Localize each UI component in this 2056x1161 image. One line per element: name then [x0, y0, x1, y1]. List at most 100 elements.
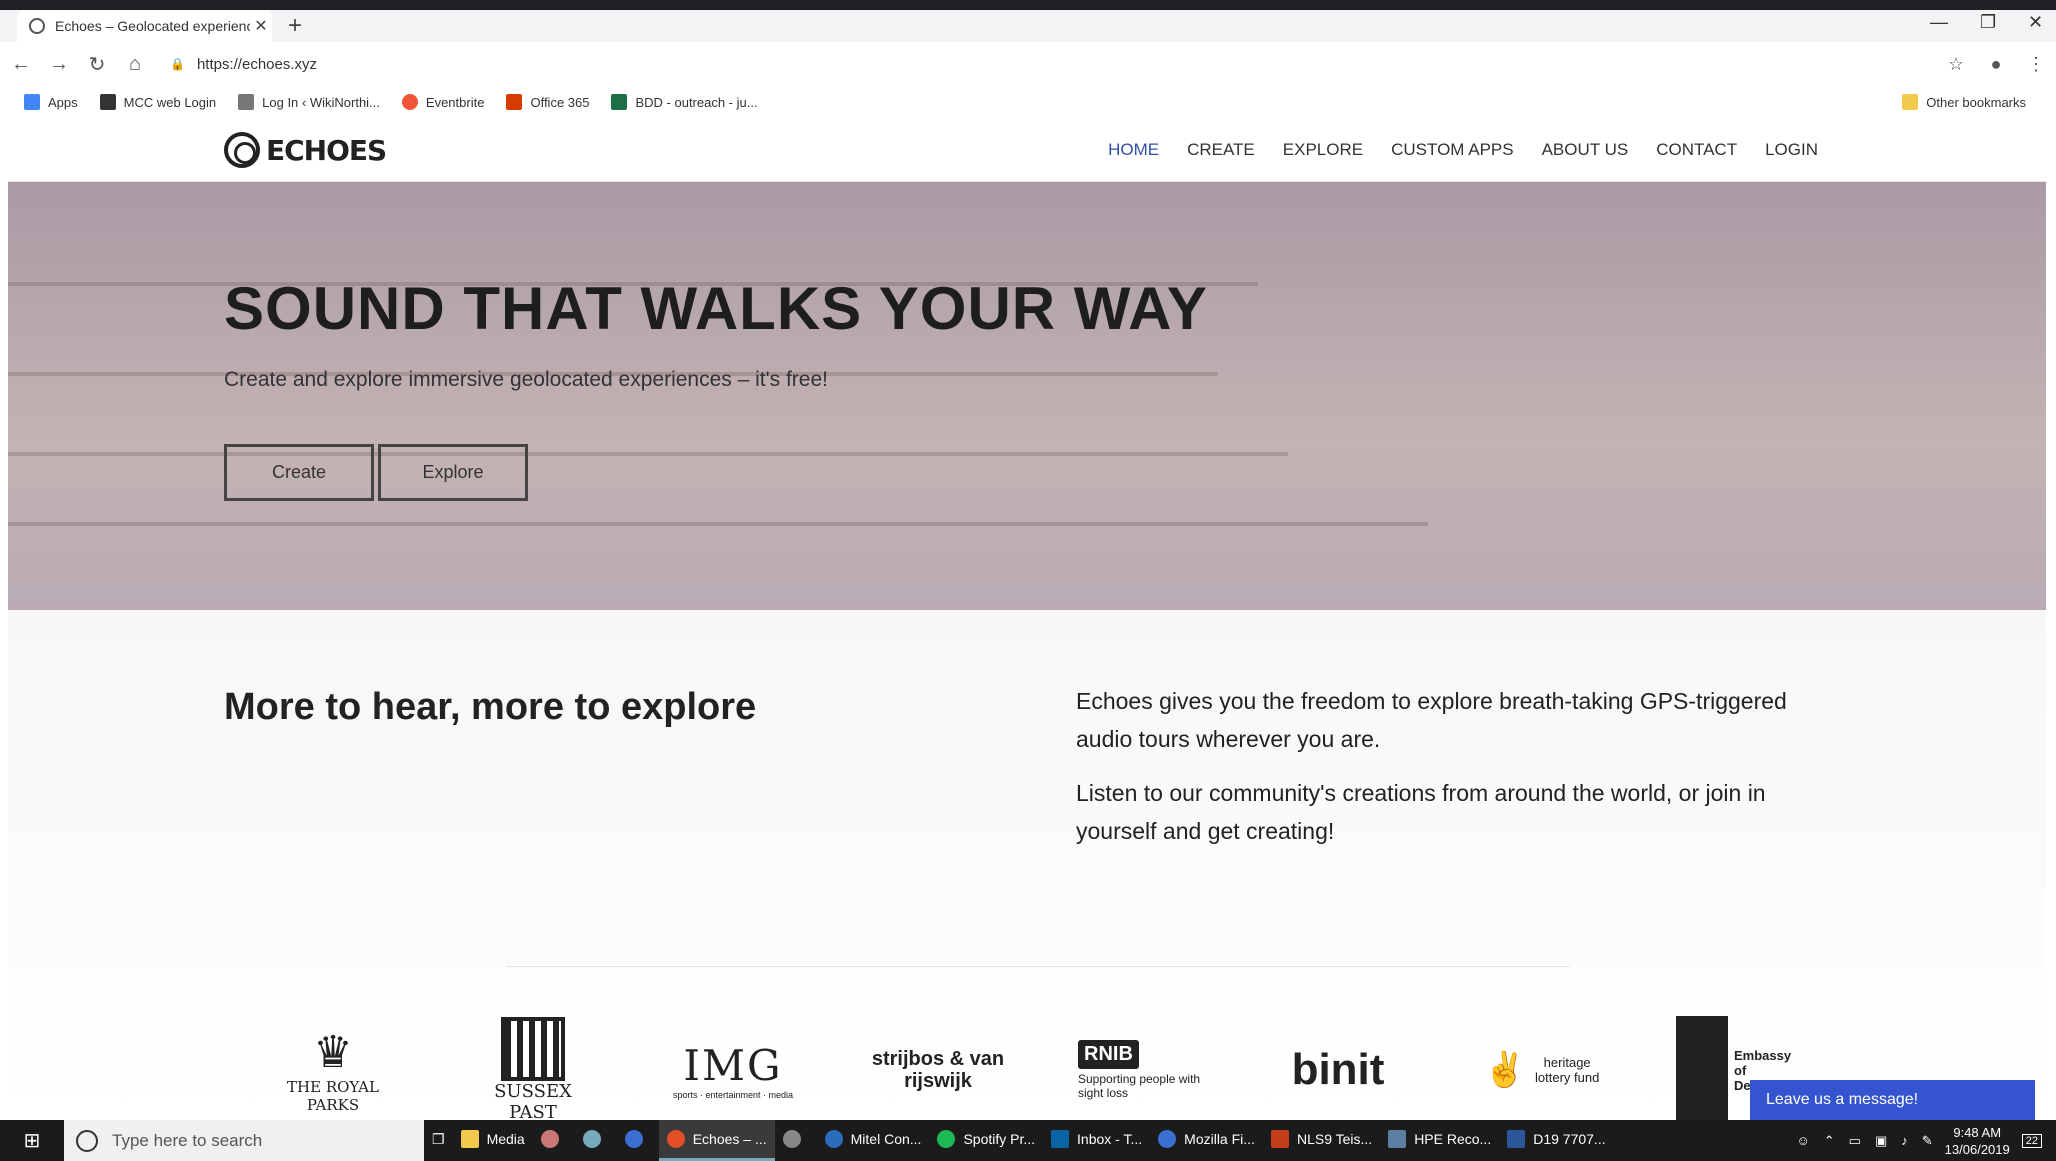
crown-icon: ♛: [313, 1026, 353, 1078]
close-window-icon[interactable]: ✕: [2028, 12, 2043, 33]
outlook-icon: [1051, 1130, 1070, 1148]
taskbar-search[interactable]: Type here to search: [64, 1120, 424, 1161]
strijbos-logo: strijbos & van rijswijk: [871, 1048, 1005, 1092]
task-view-icon[interactable]: ❐: [424, 1120, 453, 1161]
lock-icon: 🔒: [170, 57, 185, 71]
taskbar-app-spotify[interactable]: Spotify Pr...: [929, 1120, 1043, 1161]
windows-start-icon[interactable]: ⊞: [0, 1128, 64, 1153]
hero-subtitle: Create and explore immersive geolocated …: [224, 368, 828, 391]
globe-icon: [624, 1130, 643, 1148]
main-nav: HOME CREATE EXPLORE CUSTOM APPS ABOUT US…: [1080, 140, 1818, 160]
bookmarks-bar: Apps MCC web Login Log In ‹ WikiNorthi..…: [0, 86, 2056, 118]
volume-icon[interactable]: ♪: [1901, 1133, 1908, 1148]
section-divider: [506, 966, 1570, 967]
taskbar-pinned-app[interactable]: [617, 1120, 659, 1161]
hero-step-line: [8, 452, 1288, 456]
create-button[interactable]: Create: [224, 444, 374, 501]
taskbar-app-media[interactable]: Media: [453, 1120, 533, 1161]
bookmark-bdd[interactable]: BDD - outreach - ju...: [611, 94, 758, 110]
bookmark-star-icon[interactable]: ☆: [1936, 54, 1976, 75]
coat-of-arms-icon: [1676, 1016, 1728, 1120]
menu-dots-icon[interactable]: ⋮: [2016, 54, 2056, 75]
windows-taskbar: ⊞ Type here to search ❐ Media Echoes – .…: [0, 1120, 2056, 1161]
nav-login[interactable]: LOGIN: [1765, 140, 1818, 160]
office-icon: [506, 94, 523, 110]
folder-icon: [1902, 94, 1919, 110]
rnib-logo: RNIB Supporting people with sight loss: [1078, 1010, 1208, 1120]
notification-icon[interactable]: 22: [2021, 1133, 2042, 1148]
spotify-icon: [937, 1130, 956, 1148]
nav-create[interactable]: CREATE: [1187, 140, 1255, 160]
hero-step-line: [8, 522, 1428, 526]
hero-title: SOUND THAT WALKS YOUR WAY: [224, 275, 1208, 342]
minimize-icon[interactable]: —: [1930, 12, 1948, 33]
excel-icon: [611, 94, 628, 110]
nav-about-us[interactable]: ABOUT US: [1542, 140, 1629, 160]
bookmark-office365[interactable]: Office 365: [506, 94, 589, 110]
taskbar-app-firefox[interactable]: Mozilla Fi...: [1150, 1120, 1263, 1161]
intro-paragraph-2: Listen to our community's creations from…: [1076, 780, 1766, 844]
sussex-past-logo: SUSSEX PAST: [478, 1010, 588, 1120]
reload-icon[interactable]: ↻: [80, 52, 114, 77]
apps-grid-icon: [24, 94, 40, 110]
taskbar-app-chrome[interactable]: Echoes – ...: [658, 1120, 775, 1161]
home-icon[interactable]: ⌂: [118, 53, 152, 76]
taskbar-pinned-app[interactable]: [775, 1120, 817, 1161]
media-icon: [782, 1130, 801, 1148]
new-tab-button[interactable]: +: [288, 12, 302, 40]
grid-icon: [501, 1017, 565, 1081]
site-header: ECHOES HOME CREATE EXPLORE CUSTOM APPS A…: [8, 118, 2046, 182]
taskbar-app-hpe[interactable]: HPE Reco...: [1380, 1120, 1499, 1161]
binit-logo: binit: [1291, 1045, 1385, 1094]
tab-close-icon[interactable]: ✕: [250, 16, 272, 36]
folder-icon: [460, 1130, 479, 1148]
nav-home[interactable]: HOME: [1108, 140, 1159, 160]
eventbrite-icon: [401, 94, 418, 110]
taskbar-app-outlook[interactable]: Inbox - T...: [1043, 1120, 1150, 1161]
bookmark-wikinorth[interactable]: Log In ‹ WikiNorthi...: [238, 94, 380, 110]
profile-icon[interactable]: ●: [1976, 54, 2016, 75]
bookmark-eventbrite[interactable]: Eventbrite: [401, 94, 484, 110]
paint-icon: [540, 1130, 559, 1148]
url-field[interactable]: 🔒 https://echoes.xyz: [170, 49, 1936, 79]
website: ECHOES HOME CREATE EXPLORE CUSTOM APPS A…: [8, 118, 2046, 1120]
intro-section: More to hear, more to explore Echoes giv…: [8, 610, 2046, 1120]
echoes-favicon-icon: [29, 18, 45, 34]
word-icon: [1507, 1130, 1526, 1148]
url-text: https://echoes.xyz: [196, 55, 318, 73]
img-logo: IMG sports · entertainment · media: [672, 1040, 794, 1100]
taskbar-pinned-app[interactable]: [533, 1120, 575, 1161]
nav-custom-apps[interactable]: CUSTOM APPS: [1391, 140, 1514, 160]
taskbar-app-mitel[interactable]: Mitel Con...: [817, 1120, 930, 1161]
powerpoint-icon: [1270, 1130, 1289, 1148]
address-bar-row: ← → ↻ ⌂ 🔒 https://echoes.xyz ☆ ● ⋮: [0, 42, 2056, 86]
taskbar-clock[interactable]: 9:48 AM 13/06/2019: [1945, 1124, 2010, 1158]
other-bookmarks[interactable]: Other bookmarks: [1902, 86, 2026, 118]
battery-icon[interactable]: ▭: [1849, 1133, 1861, 1149]
explore-button[interactable]: Explore: [378, 444, 528, 501]
pen-icon[interactable]: ✎: [1922, 1133, 1933, 1149]
people-icon[interactable]: ☺: [1796, 1133, 1809, 1148]
partner-logos: ♛ THE ROYAL PARKS SUSSEX PAST IMG sports…: [8, 1010, 2046, 1120]
browser-chrome: Echoes – Geolocated experiences ✕ + — ❐ …: [0, 0, 2056, 118]
chevron-up-icon[interactable]: ⌃: [1824, 1133, 1835, 1149]
chat-widget-button[interactable]: Leave us a message!: [1750, 1080, 2035, 1120]
mcc-icon: [99, 94, 116, 110]
nav-explore[interactable]: EXPLORE: [1283, 140, 1363, 160]
browser-tab[interactable]: Echoes – Geolocated experiences ✕: [17, 10, 272, 42]
bookmark-apps[interactable]: Apps: [24, 94, 78, 110]
restore-icon[interactable]: ❐: [1980, 12, 1996, 33]
notepad-icon: [582, 1130, 601, 1148]
hero-section: SOUND THAT WALKS YOUR WAY Create and exp…: [8, 182, 2046, 610]
phone-icon: [824, 1130, 843, 1148]
taskbar-pinned-app[interactable]: [575, 1120, 617, 1161]
taskbar-app-word[interactable]: D19 7707...: [1499, 1120, 1613, 1161]
nav-contact[interactable]: CONTACT: [1656, 140, 1737, 160]
bookmark-mcc[interactable]: MCC web Login: [99, 94, 216, 110]
intro-paragraph-1: Echoes gives you the freedom to explore …: [1076, 688, 1787, 752]
taskbar-app-powerpoint[interactable]: NLS9 Teis...: [1263, 1120, 1380, 1161]
back-icon[interactable]: ←: [4, 53, 38, 76]
echoes-logo[interactable]: ECHOES: [224, 132, 387, 168]
network-icon[interactable]: ▣: [1875, 1133, 1887, 1149]
forward-icon[interactable]: →: [42, 53, 76, 76]
